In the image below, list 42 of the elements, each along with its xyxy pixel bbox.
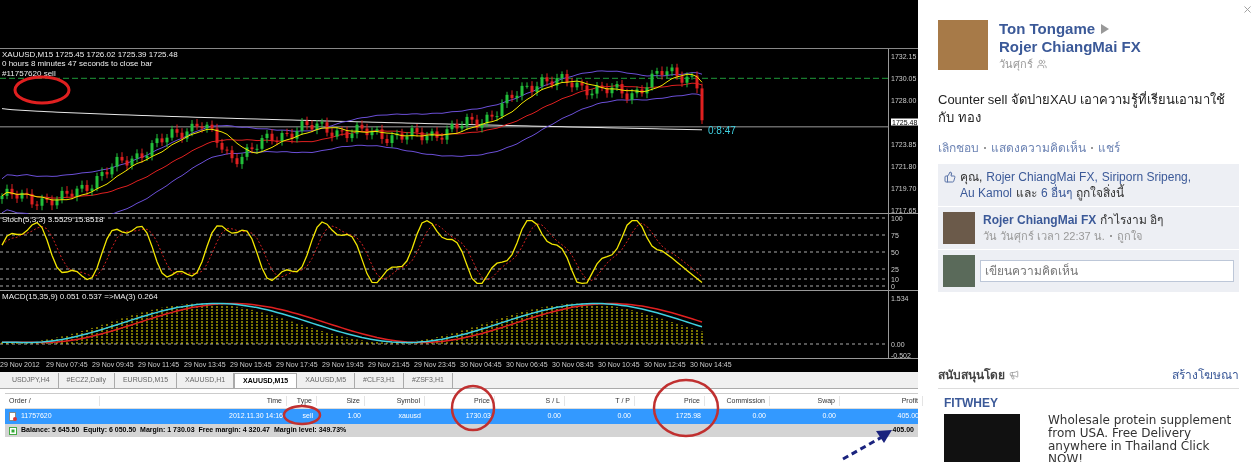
- bar-timer: 0 hours 8 minutes 47 seconds to close bar: [2, 59, 154, 68]
- like-word: คุณ,: [960, 168, 983, 185]
- author-link[interactable]: Rojer ChiangMai FX: [983, 212, 1097, 227]
- action-link[interactable]: แชร์: [1098, 138, 1120, 157]
- avatar-photo: [943, 211, 975, 244]
- like-icon: [944, 170, 956, 183]
- author-link[interactable]: Ton Tongame: [999, 20, 1096, 38]
- annotation-arrow: [842, 430, 892, 461]
- document-icon: [9, 412, 17, 421]
- annotation-circle: [282, 404, 322, 426]
- create-ad-link[interactable]: สร้างโฆษณา: [1172, 366, 1239, 384]
- comment-time: วัน วันศุกร์ เวลา 22:37 น.: [983, 228, 1105, 244]
- annotation-circle: [450, 384, 496, 432]
- people-icon: [1037, 59, 1047, 70]
- countdown-timer: 0:8:47: [708, 124, 736, 138]
- triangle-icon: [1101, 24, 1110, 34]
- status-icon: [9, 426, 17, 435]
- comment-field[interactable]: เขียนความคิดเห็น: [980, 259, 1234, 282]
- action-link[interactable]: แสดงความคิดเห็น: [991, 138, 1086, 157]
- profile-link[interactable]: Au Kamol: [960, 184, 1013, 201]
- action-link[interactable]: เลิกชอบ: [938, 138, 979, 157]
- comment-text: Rojer ChiangMai FX กำไรงาม อิๆ: [983, 211, 1164, 228]
- like-word: และ: [1016, 184, 1038, 201]
- advertiser-link[interactable]: FITWHEY: [944, 394, 1239, 412]
- sponsored-heading: สนับสนุนโดย: [938, 367, 1005, 384]
- indicator-header: MACD(15,35,9) 0.051 0.537 =>MA(3) 0.264: [2, 292, 158, 301]
- annotation-circle: [652, 378, 720, 438]
- indicator-header: Stoch(5,3,3) 3.5529 15.8518: [2, 215, 104, 224]
- post-date: วันศุกร์: [999, 57, 1033, 73]
- megaphone-icon: [1009, 370, 1019, 380]
- annotation-circle: [13, 75, 71, 105]
- profile-link[interactable]: 6 อื่นๆ: [1041, 184, 1073, 201]
- page-link[interactable]: Rojer ChiangMai FX: [999, 38, 1141, 56]
- chart-header: XAUUSD,M15 1725.45 1726.02 1725.39 1725.48: [2, 50, 178, 59]
- close-icon[interactable]: [1242, 4, 1253, 15]
- avatar-photo: [938, 20, 988, 70]
- order-label: #11757620 sell: [2, 69, 57, 78]
- like-word: ถูกใจสิ่งนี้: [1076, 184, 1125, 201]
- post-message: Counter sell จัดปายXAU เอาความรู้ที่เรียนเอามาใช้กับ ทอง: [938, 90, 1227, 127]
- avatar-photo: [943, 254, 975, 287]
- profile-link[interactable]: Siriporn Sripeng,: [1101, 168, 1192, 185]
- profile-link[interactable]: Rojer ChiangMai FX,: [986, 168, 1098, 185]
